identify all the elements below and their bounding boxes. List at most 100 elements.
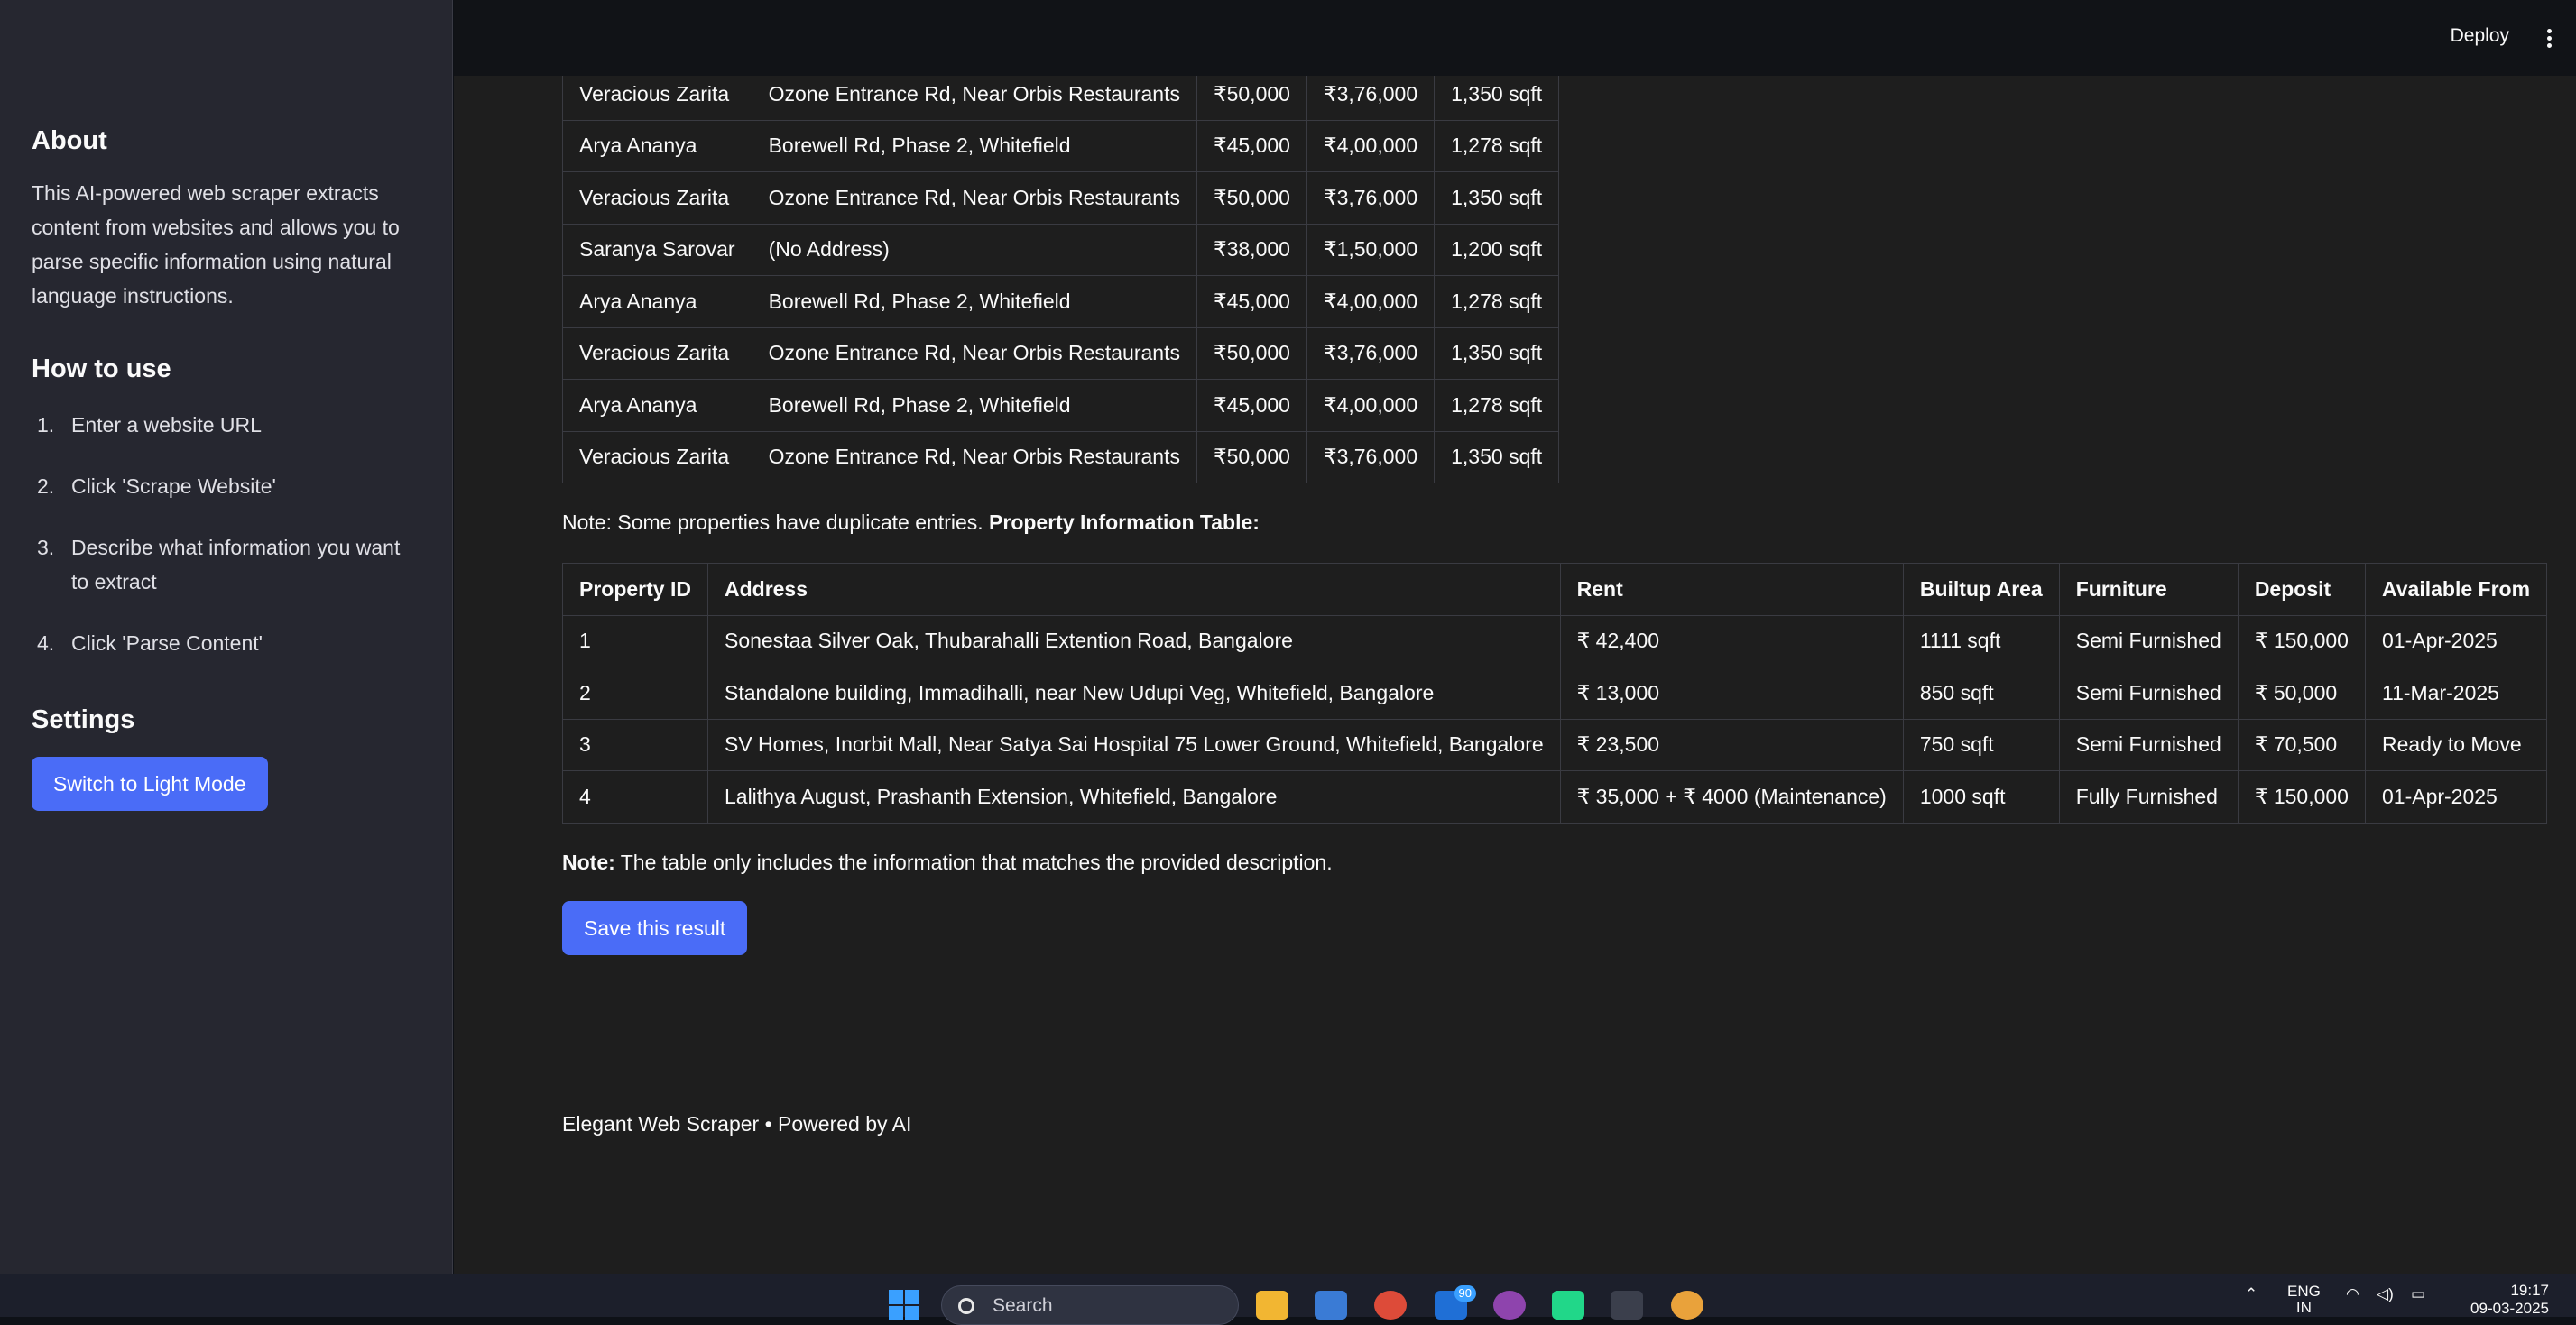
mail-app-icon[interactable]: 90	[1435, 1285, 1476, 1320]
terminal-icon[interactable]	[1611, 1291, 1643, 1320]
chrome-profile-icon[interactable]	[1671, 1291, 1703, 1320]
property-information-table: Property ID Address Rent Builtup Area Furnit…	[562, 563, 2548, 824]
cell-area: 1,350 sqft	[1434, 171, 1560, 225]
taskbar-search[interactable]: Search	[941, 1285, 1239, 1325]
table-cell: ₹ 50,000	[2237, 667, 2366, 720]
main-content: Veracious Zarita Ozone Entrance Rd, Near …	[454, 0, 2576, 1274]
cell-address: (No Address)	[751, 223, 1197, 276]
cell-rent: ₹50,000	[1196, 327, 1307, 380]
kebab-menu-icon[interactable]	[2547, 29, 2554, 49]
table-cell: Semi Furnished	[2058, 667, 2239, 720]
list-item: 4. Click 'Parse Content'	[32, 626, 411, 660]
notification-badge: 90	[1454, 1285, 1476, 1302]
table-row: Arya Ananya Borewell Rd, Phase 2, Whitefi…	[562, 119, 1560, 172]
table-cell: 850 sqft	[1902, 667, 2060, 720]
step-text: Click 'Scrape Website'	[71, 474, 276, 498]
table-row: 1 Sonestaa Silver Oak, Thubarahalli Exten…	[562, 614, 2548, 667]
cell-address: Ozone Entrance Rd, Near Orbis Restaurant…	[751, 327, 1197, 380]
cell-property-name: Veracious Zarita	[562, 430, 752, 483]
cell-deposit: ₹1,50,000	[1306, 223, 1436, 276]
column-header: Builtup Area	[1902, 563, 2060, 616]
note-text: The table only includes the information …	[614, 850, 1333, 874]
region-code: IN	[2295, 1299, 2312, 1316]
deploy-button[interactable]: Deploy	[2451, 25, 2509, 47]
table-cell: 01-Apr-2025	[2364, 770, 2548, 824]
pycharm-icon[interactable]	[1552, 1291, 1584, 1320]
cell-area: 1,350 sqft	[1434, 430, 1560, 483]
table-cell: 01-Apr-2025	[2364, 614, 2548, 667]
language-indicator[interactable]: ENG IN	[2287, 1284, 2321, 1316]
list-item: 2. Click 'Scrape Website'	[32, 469, 411, 503]
taskbar: Search 90 ⌃ ENG IN ◠ ◁) ▭ 19:17 09-03-20…	[0, 1274, 2576, 1325]
system-clock[interactable]: 19:17 09-03-2025	[2470, 1282, 2549, 1318]
top-toolbar: Deploy	[454, 0, 2576, 76]
note-text: Note: Some properties have duplicate ent…	[562, 511, 990, 534]
cell-rent: ₹50,000	[1196, 430, 1307, 483]
table-cell: ₹ 13,000	[1559, 667, 1904, 720]
note-table-scope: Note: The table only includes the inform…	[562, 849, 2547, 876]
save-result-button[interactable]: Save this result	[562, 900, 748, 955]
cell-area: 1,278 sqft	[1434, 275, 1560, 328]
about-text: This AI-powered web scraper extracts con…	[32, 181, 400, 308]
cell-deposit: ₹3,76,000	[1306, 327, 1436, 380]
language-code: ENG	[2287, 1283, 2321, 1300]
table-cell: ₹ 150,000	[2237, 614, 2366, 667]
note-duplicates: Note: Some properties have duplicate ent…	[562, 509, 2547, 536]
cell-address: Ozone Entrance Rd, Near Orbis Restaurant…	[751, 68, 1197, 121]
step-number: 4.	[37, 631, 55, 655]
table-cell: ₹ 35,000 + ₹ 4000 (Maintenance)	[1559, 770, 1904, 824]
table-cell: ₹ 23,500	[1559, 718, 1904, 771]
search-label: Search	[993, 1295, 1053, 1316]
cell-deposit: ₹4,00,000	[1306, 119, 1436, 172]
table-cell: 1	[562, 614, 708, 667]
table-row: 3 SV Homes, Inorbit Mall, Near Satya Sai …	[562, 718, 2548, 771]
windows-start-icon[interactable]	[889, 1290, 921, 1322]
cell-rent: ₹50,000	[1196, 171, 1307, 225]
about-heading: About	[32, 126, 107, 155]
cell-area: 1,278 sqft	[1434, 119, 1560, 172]
table-row: Arya Ananya Borewell Rd, Phase 2, Whitefi…	[562, 379, 1560, 432]
cell-rent: ₹45,000	[1196, 275, 1307, 328]
volume-icon[interactable]: ◁)	[2377, 1285, 2394, 1303]
clock-time: 19:17	[2510, 1282, 2549, 1299]
cell-property-name: Arya Ananya	[562, 379, 752, 432]
sidebar: About This AI-powered web scraper extrac…	[0, 0, 453, 1274]
cell-area: 1,200 sqft	[1434, 223, 1560, 276]
switch-to-light-mode-button[interactable]: Switch to Light Mode	[32, 757, 268, 811]
step-text: Describe what information you want to ex…	[71, 536, 401, 593]
cell-area: 1,278 sqft	[1434, 379, 1560, 432]
github-desktop-icon[interactable]	[1493, 1291, 1526, 1320]
table-cell: 2	[562, 667, 708, 720]
cell-property-name: Veracious Zarita	[562, 327, 752, 380]
list-item: 3. Describe what information you want to …	[32, 530, 411, 599]
table-cell: 3	[562, 718, 708, 771]
app-window: About This AI-powered web scraper extrac…	[0, 0, 2576, 1274]
cell-rent: ₹45,000	[1196, 379, 1307, 432]
wifi-icon[interactable]: ◠	[2346, 1285, 2359, 1303]
table-cell: Standalone building, Immadihalli, near N…	[706, 667, 1561, 720]
table-caption: Property Information Table:	[989, 511, 1260, 534]
settings-heading: Settings	[32, 705, 135, 734]
cell-address: Borewell Rd, Phase 2, Whitefield	[751, 275, 1197, 328]
table-cell: 750 sqft	[1902, 718, 2060, 771]
cell-property-name: Arya Ananya	[562, 275, 752, 328]
step-text: Enter a website URL	[71, 413, 262, 437]
clock-date: 09-03-2025	[2470, 1300, 2549, 1317]
table-cell: ₹ 70,500	[2237, 718, 2366, 771]
table-cell: ₹ 150,000	[2237, 770, 2366, 824]
table-row: Arya Ananya Borewell Rd, Phase 2, Whitefi…	[562, 275, 1560, 328]
table-row: 4 Lalithya August, Prashanth Extension, W…	[562, 770, 2548, 824]
chrome-icon[interactable]	[1374, 1291, 1407, 1320]
battery-icon[interactable]: ▭	[2411, 1285, 2425, 1303]
microsoft-store-icon[interactable]	[1315, 1291, 1347, 1320]
file-explorer-icon[interactable]	[1256, 1291, 1288, 1320]
step-number: 1.	[37, 413, 55, 437]
cell-deposit: ₹4,00,000	[1306, 379, 1436, 432]
note-label: Note:	[562, 850, 615, 874]
table-cell: Sonestaa Silver Oak, Thubarahalli Extent…	[706, 614, 1561, 667]
cell-property-name: Veracious Zarita	[562, 68, 752, 121]
steps-list: 1. Enter a website URL 2. Click 'Scrape We…	[32, 408, 411, 660]
search-icon	[958, 1298, 974, 1314]
tray-chevron-icon[interactable]: ⌃	[2245, 1285, 2257, 1303]
column-header: Furniture	[2058, 563, 2239, 616]
